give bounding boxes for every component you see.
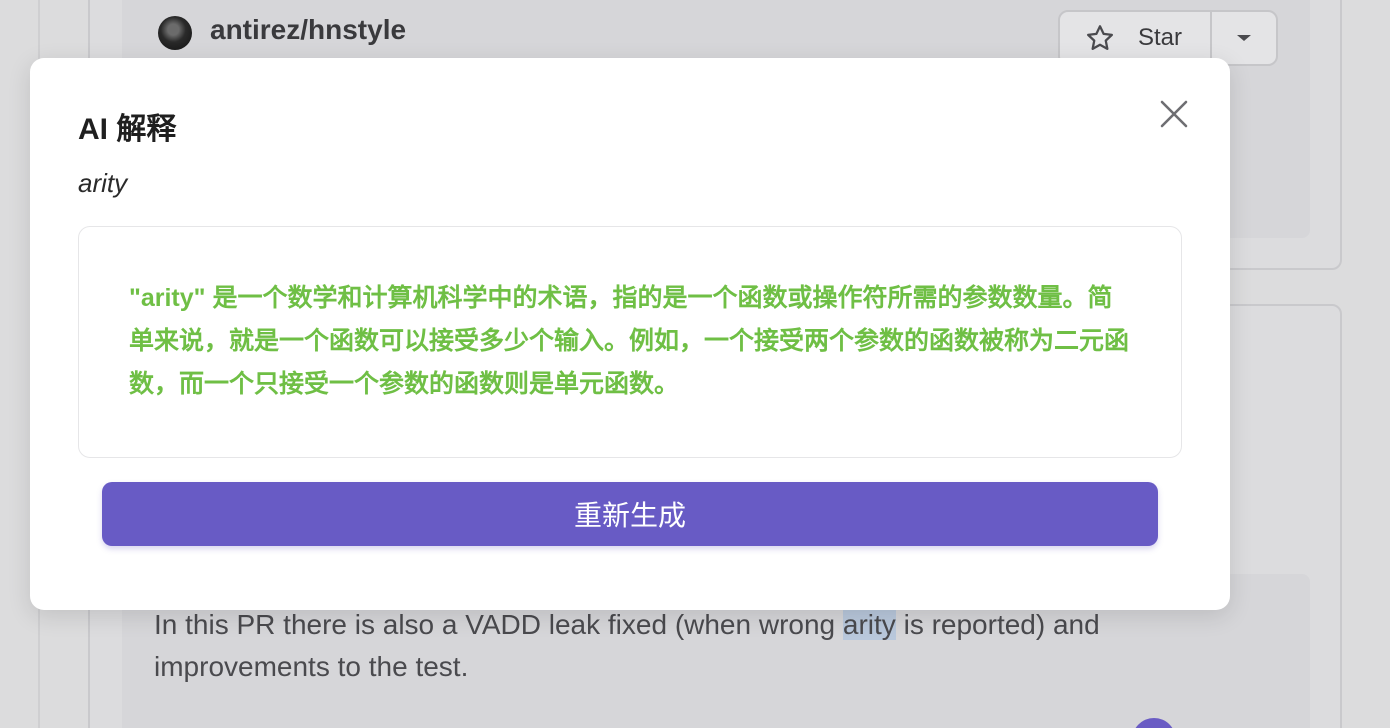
explanation-box: "arity" 是一个数学和计算机科学中的术语，指的是一个函数或操作符所需的参数… (78, 226, 1182, 458)
star-icon (1087, 25, 1113, 50)
close-icon (1160, 100, 1188, 128)
ai-explain-dialog: AI 解释 arity "arity" 是一个数学和计算机科学中的术语，指的是一… (30, 58, 1230, 610)
selected-text-highlight[interactable]: arity (842, 609, 896, 640)
star-button[interactable]: Star (1060, 12, 1212, 64)
star-dropdown-button[interactable] (1212, 12, 1276, 64)
avatar[interactable] (158, 16, 192, 50)
comment-text-before: In this PR there is also a VADD leak fix… (154, 609, 843, 640)
star-label: Star (1138, 24, 1183, 51)
dialog-title: AI 解释 (78, 113, 177, 146)
regenerate-button[interactable]: 重新生成 (102, 482, 1158, 546)
explanation-text: "arity" 是一个数学和计算机科学中的术语，指的是一个函数或操作符所需的参数… (129, 284, 1130, 398)
comment-text: In this PR there is also a VADD leak fix… (154, 604, 1274, 688)
chevron-down-icon (1237, 35, 1251, 41)
repo-name-link[interactable]: antirez/hnstyle (210, 14, 406, 46)
explained-term: arity (78, 168, 128, 198)
close-button[interactable] (1154, 94, 1194, 134)
